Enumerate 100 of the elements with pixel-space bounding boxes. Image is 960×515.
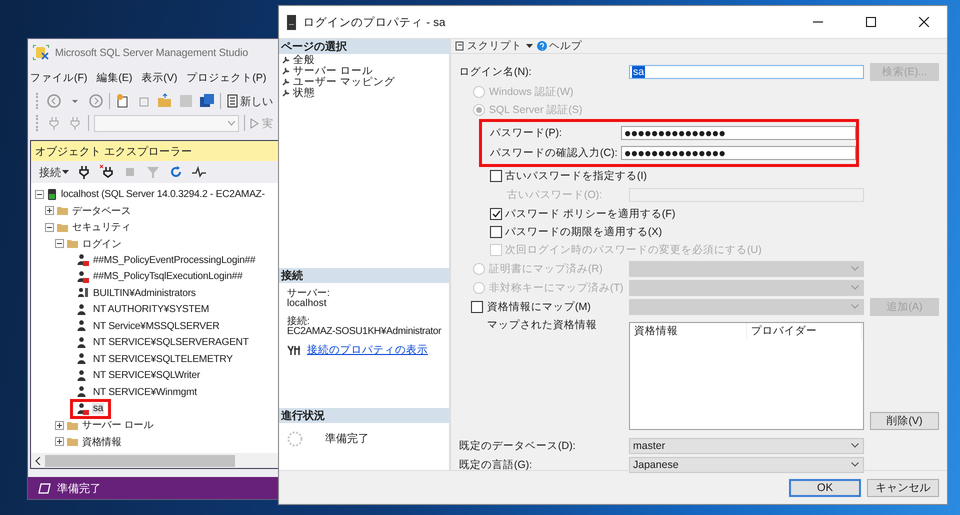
maximize-icon[interactable]	[866, 17, 876, 27]
collapse-icon[interactable]	[35, 190, 44, 199]
page-item[interactable]: ユーザー マッピング	[293, 74, 395, 88]
field-label: 接続:	[287, 317, 310, 327]
script-button[interactable]: スクリプト	[455, 39, 522, 53]
menu-item[interactable]: 表示(V)	[141, 71, 178, 85]
old-password-field[interactable]	[629, 188, 864, 202]
connect-button[interactable]: 接続	[39, 164, 69, 180]
link[interactable]: 接続のプロパティの表示	[307, 345, 428, 355]
section-header: 接続	[279, 268, 449, 283]
help-button[interactable]: ヘルプ	[537, 39, 582, 53]
tree-item[interactable]: データベース	[71, 204, 132, 218]
checkbox[interactable]	[490, 208, 502, 220]
tree-item[interactable]: セキュリティ	[71, 220, 132, 234]
column-header[interactable]: プロバイダー	[747, 323, 862, 339]
menu-item[interactable]: プロジェクト(P)	[186, 71, 266, 85]
field-label: ログイン名(N):	[459, 65, 532, 79]
menu-item[interactable]: 編集(E)	[96, 71, 132, 85]
radio-label: SQL Server 認証(S)	[489, 103, 582, 117]
collapse-icon[interactable]	[55, 239, 64, 248]
collapse-icon[interactable]	[45, 222, 54, 232]
window-title: ログインのプロパティ - sa	[303, 15, 446, 30]
wrench-icon	[282, 88, 290, 96]
document-icon	[226, 94, 238, 108]
chevron-icon	[851, 443, 859, 448]
chevron-icon	[851, 285, 859, 290]
horizontal-scrollbar[interactable]	[31, 453, 278, 468]
new-query-button[interactable]: 新しい	[226, 94, 273, 108]
tree-item[interactable]: NT AUTHORITY¥SYSTEM	[92, 304, 210, 316]
tree-item[interactable]: localhost (SQL Server 14.0.3294.2 - EC2AMAZ-	[60, 188, 266, 200]
status-text: 準備完了	[57, 482, 101, 496]
progress-status: 準備完了	[325, 432, 369, 446]
expand-icon[interactable]	[55, 420, 64, 430]
password-field[interactable]: ●●●●●●●●●●●●●●●	[621, 146, 856, 160]
folder-icon	[67, 437, 78, 446]
back-icon[interactable]	[46, 93, 62, 109]
login-name-field[interactable]: sa	[629, 65, 864, 79]
chevron-icon	[851, 266, 859, 271]
server-icon	[287, 14, 296, 30]
checkbox[interactable]	[490, 170, 502, 182]
save-all-icon[interactable]	[199, 93, 215, 109]
tree-item[interactable]: サーバー ロール	[81, 418, 154, 432]
plug-icon[interactable]	[76, 164, 92, 180]
column-header[interactable]: 資格情報	[630, 323, 747, 339]
tree-item[interactable]: NT SERVICE¥SQLTELEMETRY	[92, 354, 234, 365]
tree-item[interactable]: 資格情報	[81, 434, 122, 449]
close-icon[interactable]	[919, 17, 929, 27]
server-name: localhost	[287, 299, 328, 309]
script-icon	[455, 41, 465, 51]
checkbox-label: パスワードの期限を適用する(X)	[505, 225, 662, 239]
remove-button[interactable]: 削除(V)	[870, 412, 939, 430]
window-icon	[38, 482, 51, 494]
forward-icon[interactable]	[88, 93, 104, 109]
tree-item[interactable]: NT SERVICE¥Winmgmt	[92, 386, 198, 398]
field-label: サーバー:	[287, 289, 331, 299]
page-item[interactable]: サーバー ロール	[293, 64, 373, 78]
chevron-icon	[851, 304, 859, 309]
open-folder-icon[interactable]	[157, 93, 173, 109]
checkbox[interactable]	[471, 300, 483, 312]
spinner-icon	[287, 431, 303, 447]
minimize-icon[interactable]	[813, 21, 823, 23]
tree-item[interactable]: NT Service¥MSSQLSERVER	[92, 320, 220, 332]
cancel-button[interactable]: キャンセル	[867, 478, 939, 496]
radio-label: 証明書にマップ済み(R)	[489, 262, 603, 276]
section-label: マップされた資格情報	[487, 318, 597, 332]
field-label: 古いパスワード(O):	[507, 188, 604, 202]
panel-title: オブジェクト エクスプローラー	[31, 141, 278, 161]
tree-item[interactable]: NT SERVICE¥SQLSERVERAGENT	[92, 337, 250, 348]
checkbox-label: パスワード ポリシーを適用する(F)	[505, 207, 676, 221]
disconnect-icon[interactable]	[99, 164, 115, 180]
tree-item[interactable]: NT SERVICE¥SQLWriter	[92, 370, 201, 382]
page-item[interactable]: 全般	[293, 52, 315, 66]
activity-icon[interactable]	[191, 164, 207, 180]
radio-label: Windows 認証(W)	[489, 85, 574, 99]
checkbox-label: 資格情報にマップ(M)	[487, 300, 591, 314]
expand-icon[interactable]	[45, 206, 54, 216]
play-icon	[250, 118, 259, 128]
checkbox[interactable]	[490, 226, 502, 238]
connection-name: EC2AMAZ-SOSU1KH¥Administrator	[287, 327, 442, 337]
field-label: パスワードの確認入力(C):	[490, 146, 618, 160]
page-item[interactable]: 状態	[293, 86, 315, 100]
app-icon	[33, 45, 49, 60]
dropdown[interactable]: master	[629, 438, 864, 454]
radio-label: 非対称キーにマップ済み(T)	[489, 280, 624, 294]
server-icon	[47, 188, 57, 200]
refresh-icon[interactable]	[168, 164, 184, 180]
ok-button[interactable]: OK	[789, 478, 861, 496]
caret-icon	[62, 170, 69, 174]
field-label: 既定のデータベース(D):	[459, 438, 576, 452]
menu-item[interactable]: ファイル(F)	[30, 71, 88, 85]
window-title: Microsoft SQL Server Management Studio	[55, 46, 248, 58]
wrench-icon	[282, 56, 290, 64]
expand-icon[interactable]	[55, 437, 64, 446]
dropdown[interactable]: Japanese	[629, 456, 864, 472]
tree-item[interactable]: BUILTIN¥Administrators	[92, 288, 197, 299]
checkbox-label: 次回ログイン時のパスワードの変更を必須にする(U)	[505, 243, 762, 257]
password-field[interactable]: ●●●●●●●●●●●●●●●	[621, 126, 856, 140]
wrench-icon	[282, 66, 290, 74]
folder-icon	[57, 206, 68, 216]
tree-item[interactable]: ログイン	[81, 236, 122, 251]
